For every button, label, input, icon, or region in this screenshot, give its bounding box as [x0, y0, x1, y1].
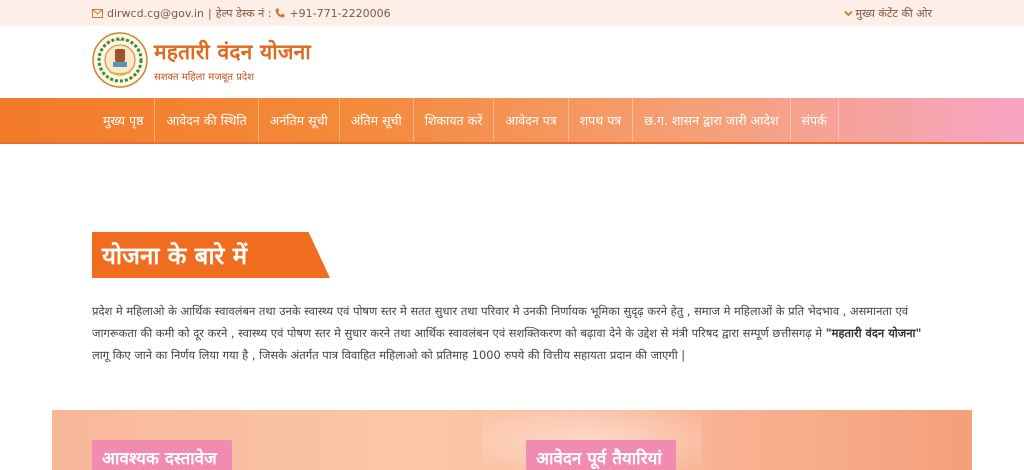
- chhattisgarh-emblem-logo[interactable]: [92, 32, 148, 88]
- nav-file-complaint[interactable]: शिकायत करें: [414, 98, 495, 142]
- site-header: महतारी वंदन योजना सशक्त महिला मजबूत प्रद…: [0, 26, 1024, 98]
- site-tagline: सशक्त महिला मजबूत प्रदेश: [154, 72, 255, 83]
- about-text-part-2: लागू किए जाने का निर्णय लिया गया है , जि…: [92, 348, 686, 362]
- required-documents-heading: आवश्यक दस्तावेज: [92, 440, 232, 470]
- nav-final-list[interactable]: अंतिम सूची: [340, 98, 414, 142]
- skip-link-label: मुख्य कंटेंट की ओर: [855, 6, 932, 20]
- separator: |: [208, 6, 212, 20]
- nav-affidavit[interactable]: शपथ पत्र: [569, 98, 634, 142]
- nav-home[interactable]: मुख्य पृष्ठ: [92, 98, 156, 142]
- skip-to-main-content-link[interactable]: मुख्य कंटेंट की ओर: [843, 6, 932, 21]
- nav-application-form[interactable]: आवेदन पत्र: [494, 98, 569, 142]
- pre-application-preparation-heading: आवेदन पूर्व तैयारियां: [526, 440, 676, 470]
- documents-section: आवश्यक दस्तावेज आवेदन पूर्व तैयारियां: [52, 410, 972, 470]
- site-title[interactable]: महतारी वंदन योजना: [154, 38, 311, 66]
- helpdesk-label: हेल्प डेस्क नं :: [215, 6, 272, 20]
- about-text-part-1: प्रदेश मे महिलाओ के आर्थिक स्वावलंबन तथा…: [92, 304, 909, 340]
- nav-provisional-list[interactable]: अनंतिम सूची: [259, 98, 340, 142]
- main-navigation: मुख्य पृष्ठ आवेदन की स्थिति अनंतिम सूची …: [0, 98, 1024, 144]
- chevron-down-icon: [843, 10, 853, 17]
- about-scheme-description: प्रदेश मे महिलाओ के आर्थिक स्वावलंबन तथा…: [92, 300, 922, 366]
- email-link[interactable]: dirwcd.cg@gov.in: [107, 7, 204, 20]
- phone-link[interactable]: +91-771-2220006: [289, 7, 390, 20]
- contact-info: dirwcd.cg@gov.in | हेल्प डेस्क नं : +91-…: [92, 6, 391, 21]
- phone-icon: [275, 8, 285, 18]
- top-bar: dirwcd.cg@gov.in | हेल्प डेस्क नं : +91-…: [0, 0, 1024, 26]
- envelope-icon: [92, 8, 103, 18]
- nav-government-orders[interactable]: छ.ग. शासन द्वारा जारी आदेश: [633, 98, 791, 142]
- about-scheme-heading: योजना के बारे में: [92, 232, 330, 278]
- nav-contact[interactable]: संपर्क: [791, 98, 839, 142]
- scheme-name-highlight: "महतारी वंदन योजना": [825, 326, 922, 340]
- nav-application-status[interactable]: आवेदन की स्थिति: [155, 98, 259, 142]
